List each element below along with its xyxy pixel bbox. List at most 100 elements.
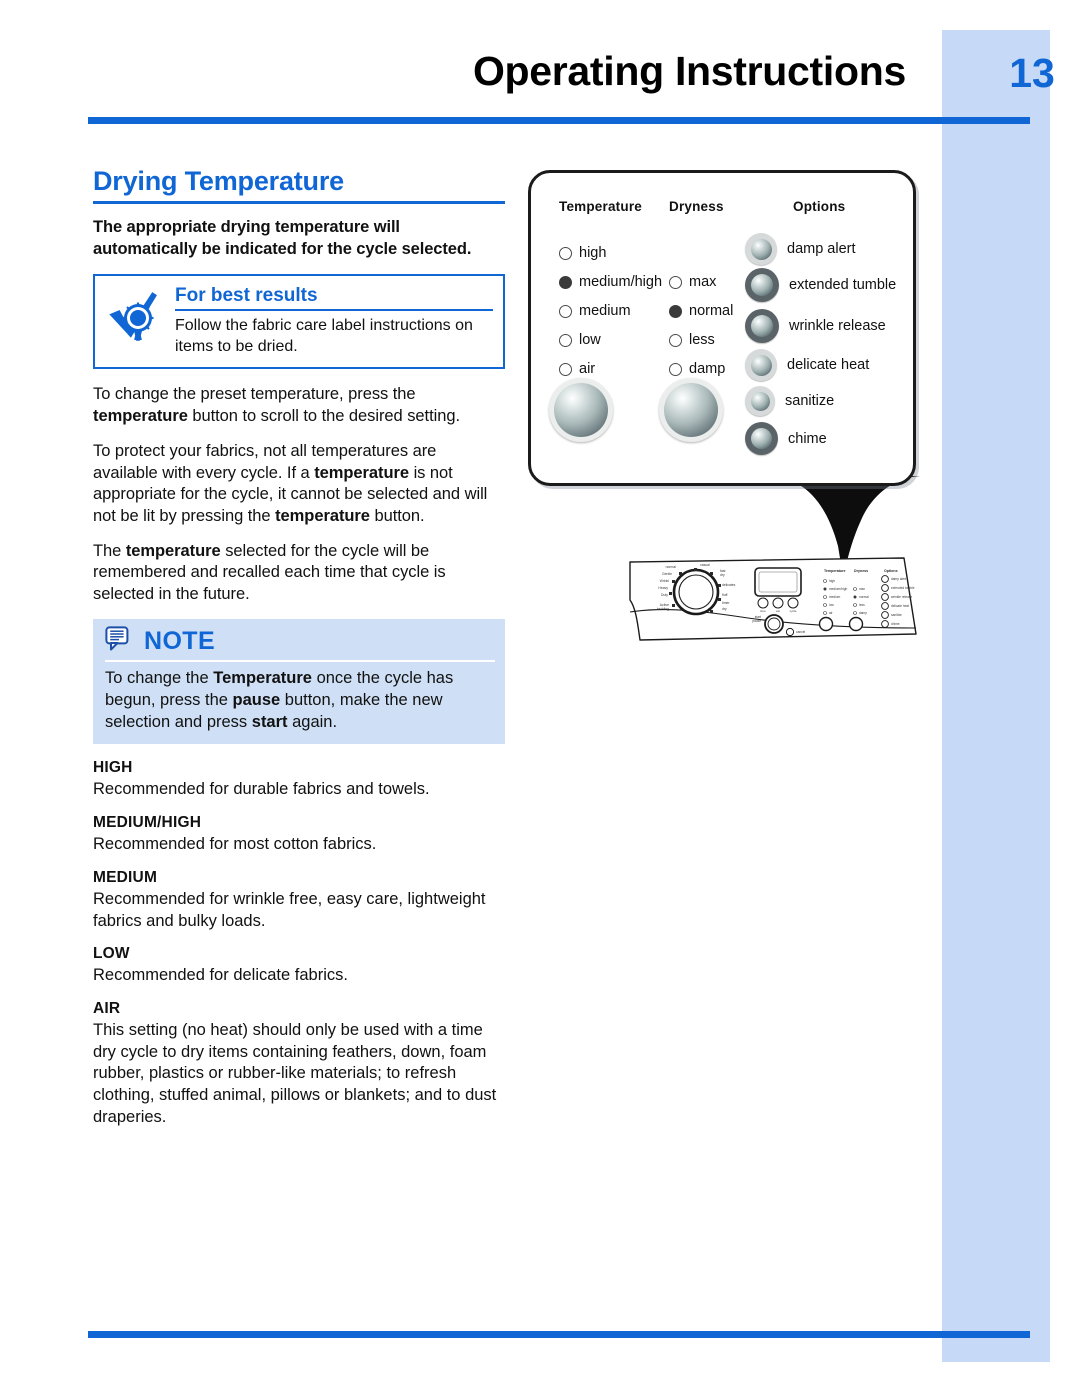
option-label: sanitize bbox=[785, 393, 835, 409]
page-number: 13 bbox=[1009, 50, 1055, 96]
page-title: Operating Instructions bbox=[472, 48, 906, 94]
temperature-led-high[interactable]: high bbox=[559, 245, 606, 261]
led-indicator bbox=[559, 333, 572, 347]
dryness-led-damp[interactable]: damp bbox=[669, 361, 725, 377]
led-label: low bbox=[579, 332, 601, 348]
column-header-temperature: Temperature bbox=[559, 199, 642, 214]
dryness-led-max[interactable]: max bbox=[669, 274, 716, 290]
svg-text:delicates: delicates bbox=[722, 583, 736, 587]
svg-text:Dryness: Dryness bbox=[854, 569, 868, 573]
led-label: high bbox=[579, 245, 607, 261]
svg-text:timer: timer bbox=[722, 601, 730, 605]
column-header-options: Options bbox=[793, 199, 846, 214]
led-indicator bbox=[559, 275, 572, 289]
section-heading: Drying Temperature bbox=[93, 166, 344, 196]
option-label: wrinkle release bbox=[789, 318, 886, 334]
section-heading-rule bbox=[93, 201, 505, 204]
temperature-led-medium-high[interactable]: medium/high bbox=[559, 274, 662, 290]
led-indicator bbox=[559, 246, 572, 260]
svg-text:Options: Options bbox=[884, 569, 898, 573]
definition-term: LOW bbox=[93, 945, 130, 963]
led-label: less bbox=[689, 332, 715, 348]
svg-text:est: est bbox=[776, 609, 780, 613]
note-title: NOTE bbox=[144, 626, 216, 655]
definition-term: MEDIUM/HIGH bbox=[93, 814, 202, 832]
footer-divider-rule bbox=[88, 1331, 1030, 1338]
option-button-wrinkle-release[interactable]: wrinkle release bbox=[745, 309, 886, 343]
option-button-damp-alert[interactable]: damp alert bbox=[745, 233, 856, 265]
option-button-extended-tumble[interactable]: extended tumble bbox=[745, 268, 896, 302]
definition-term: AIR bbox=[93, 999, 121, 1017]
svg-text:extended tumble: extended tumble bbox=[891, 586, 915, 590]
option-button-sanitize[interactable]: sanitize bbox=[745, 386, 834, 416]
dryer-control-panel-illustration: normal Gentle Wrinkl Heavy Duty Active b… bbox=[629, 557, 917, 641]
svg-text:delicate heat: delicate heat bbox=[891, 604, 909, 608]
svg-text:damp: damp bbox=[859, 611, 867, 615]
for-best-results-text: Follow the fabric care label instruction… bbox=[175, 316, 473, 355]
definition-term: HIGH bbox=[93, 759, 133, 777]
temperature-setting-definitions: HIGH Recommended for durable fabrics and… bbox=[93, 759, 505, 1128]
temperature-led-low[interactable]: low bbox=[559, 332, 601, 348]
svg-text:low: low bbox=[829, 603, 834, 607]
note-header: NOTE bbox=[105, 626, 495, 657]
option-push-button bbox=[745, 233, 777, 265]
led-label: air bbox=[579, 361, 596, 377]
option-label: delicate heat bbox=[787, 357, 870, 373]
dryness-led-less[interactable]: less bbox=[669, 332, 715, 348]
document-page: Operating Instructions 13 Drying Tempera… bbox=[0, 0, 1080, 1397]
header-divider-rule bbox=[88, 117, 1030, 124]
dryness-led-normal[interactable]: normal bbox=[669, 303, 733, 319]
svg-text:normal: normal bbox=[859, 595, 869, 599]
note-text: To change the Temperature once the cycle… bbox=[105, 668, 454, 731]
svg-text:medium/high: medium/high bbox=[829, 587, 847, 591]
temperature-led-medium[interactable]: medium bbox=[559, 303, 631, 319]
note-rule bbox=[105, 659, 495, 662]
led-indicator bbox=[559, 304, 572, 318]
definition-description: Recommended for most cotton fabrics. bbox=[93, 835, 377, 854]
page-header: Operating Instructions 13 bbox=[88, 48, 1055, 118]
led-indicator bbox=[559, 362, 572, 376]
svg-text:dry: dry bbox=[722, 607, 727, 611]
led-label: max bbox=[689, 274, 717, 290]
control-panel-callout-bubble: Temperature Dryness Options high medium/… bbox=[528, 170, 916, 486]
option-push-button bbox=[745, 268, 779, 302]
temperature-push-button[interactable] bbox=[549, 378, 613, 442]
section-lead-paragraph: The appropriate drying temperature will … bbox=[93, 218, 472, 258]
column-header-dryness: Dryness bbox=[669, 199, 724, 214]
led-label: damp bbox=[689, 361, 726, 377]
svg-text:fluff: fluff bbox=[722, 593, 727, 597]
svg-text:Wrinkl: Wrinkl bbox=[660, 579, 670, 583]
page-edge-color-band bbox=[942, 30, 1050, 1362]
svg-text:high: high bbox=[829, 579, 835, 583]
led-indicator bbox=[669, 275, 682, 289]
definition-description: Recommended for delicate fabrics. bbox=[93, 966, 348, 985]
svg-text:casual: casual bbox=[700, 563, 710, 567]
led-indicator bbox=[669, 362, 682, 376]
svg-text:bedding: bedding bbox=[657, 607, 669, 611]
option-push-button bbox=[745, 309, 779, 343]
option-label: chime bbox=[788, 430, 827, 447]
body-paragraph-2: To protect your fabrics, not all tempera… bbox=[93, 441, 488, 525]
svg-text:dry: dry bbox=[720, 573, 725, 577]
led-label: medium bbox=[579, 303, 631, 319]
temperature-led-air[interactable]: air bbox=[559, 361, 595, 377]
option-push-button bbox=[745, 349, 777, 381]
for-best-results-callout: For best results Follow the fabric care … bbox=[93, 273, 505, 370]
option-button-delicate-heat[interactable]: delicate heat bbox=[745, 349, 869, 381]
option-button-chime[interactable]: chime bbox=[745, 422, 827, 455]
definition-term: MEDIUM bbox=[93, 868, 158, 886]
speech-bubble-note-icon bbox=[105, 626, 131, 657]
svg-text:Heavy: Heavy bbox=[658, 586, 668, 590]
svg-text:Temperature: Temperature bbox=[824, 569, 846, 573]
svg-text:sanitize: sanitize bbox=[891, 613, 902, 617]
svg-text:cancel: cancel bbox=[796, 630, 806, 634]
left-text-column: Drying Temperature The appropriate dryin… bbox=[93, 166, 505, 1141]
body-paragraph-1: To change the preset temperature, press … bbox=[93, 385, 461, 426]
definition-description: This setting (no heat) should only be us… bbox=[93, 1020, 497, 1126]
svg-text:pause: pause bbox=[752, 619, 761, 623]
svg-text:wrinkle release: wrinkle release bbox=[891, 595, 912, 599]
svg-text:time: time bbox=[760, 609, 766, 613]
for-best-results-rule bbox=[175, 308, 493, 311]
svg-text:Gentle: Gentle bbox=[662, 572, 672, 576]
dryness-push-button[interactable] bbox=[659, 378, 723, 442]
